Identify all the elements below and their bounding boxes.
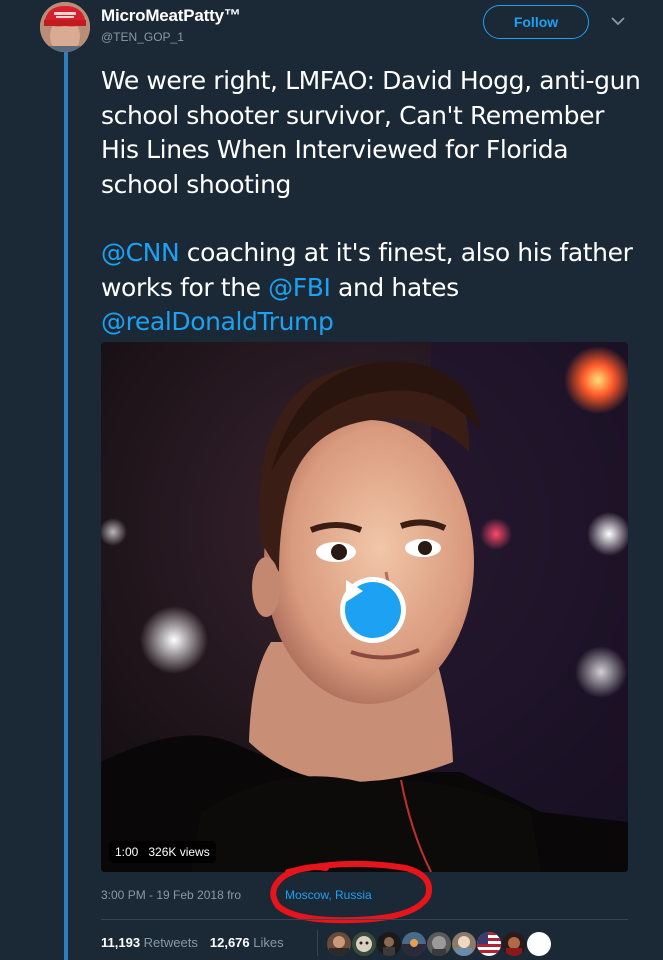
follow-button[interactable]: Follow <box>483 5 589 39</box>
red-circle-annotation <box>270 860 432 924</box>
play-button[interactable] <box>340 577 406 643</box>
tweet-paragraph-2: @CNN coaching at it's finest, also his f… <box>101 236 641 340</box>
liker-avatar[interactable] <box>327 932 351 956</box>
liker-avatar[interactable] <box>402 932 426 956</box>
mention-cnn[interactable]: @CNN <box>101 238 180 267</box>
video-duration: 1:00 <box>115 845 139 859</box>
likes-count: 12,676 <box>209 935 250 950</box>
avatar[interactable] <box>40 2 90 52</box>
liker-avatar[interactable] <box>377 932 401 956</box>
video-badge: 1:00 326K views <box>109 841 216 863</box>
tweet-timestamp[interactable]: 3:00 PM - 19 Feb 2018 fro <box>101 888 241 902</box>
retweets-stat[interactable]: 11,193 Retweets <box>101 935 198 950</box>
display-name[interactable]: MicroMeatPatty™ <box>101 6 241 26</box>
mention-fbi[interactable]: @FBI <box>268 273 331 302</box>
chevron-down-icon[interactable] <box>609 14 627 28</box>
avatar-image <box>40 2 90 52</box>
stats-separator <box>317 930 318 956</box>
liker-avatar[interactable] <box>527 932 551 956</box>
likes-label: Likes <box>253 935 284 950</box>
video-views: 326K views <box>148 845 210 859</box>
liker-avatar[interactable] <box>502 932 526 956</box>
thread-line <box>64 52 68 960</box>
likes-stat[interactable]: 12,676 Likes <box>210 935 284 950</box>
retweets-label: Retweets <box>143 935 198 950</box>
tweet-stats: 11,193 Retweets 12,676 Likes <box>101 935 284 950</box>
video-player[interactable]: 1:00 326K views <box>101 342 628 872</box>
user-handle[interactable]: @TEN_GOP_1 <box>101 30 184 44</box>
tweet-text: We were right, LMFAO: David Hogg, anti-g… <box>101 64 641 340</box>
liker-avatar[interactable] <box>477 932 501 956</box>
liker-avatar[interactable] <box>452 932 476 956</box>
retweets-count: 11,193 <box>101 935 141 950</box>
liker-avatar[interactable] <box>427 932 451 956</box>
divider <box>101 919 628 920</box>
mention-realdonaldtrump[interactable]: @realDonaldTrump <box>101 307 334 336</box>
play-icon <box>346 580 363 602</box>
tweet-text-b: and hates <box>330 272 459 302</box>
liker-avatars <box>327 932 551 956</box>
tweet-paragraph-1: We were right, LMFAO: David Hogg, anti-g… <box>101 66 641 199</box>
liker-avatar[interactable] <box>352 932 376 956</box>
